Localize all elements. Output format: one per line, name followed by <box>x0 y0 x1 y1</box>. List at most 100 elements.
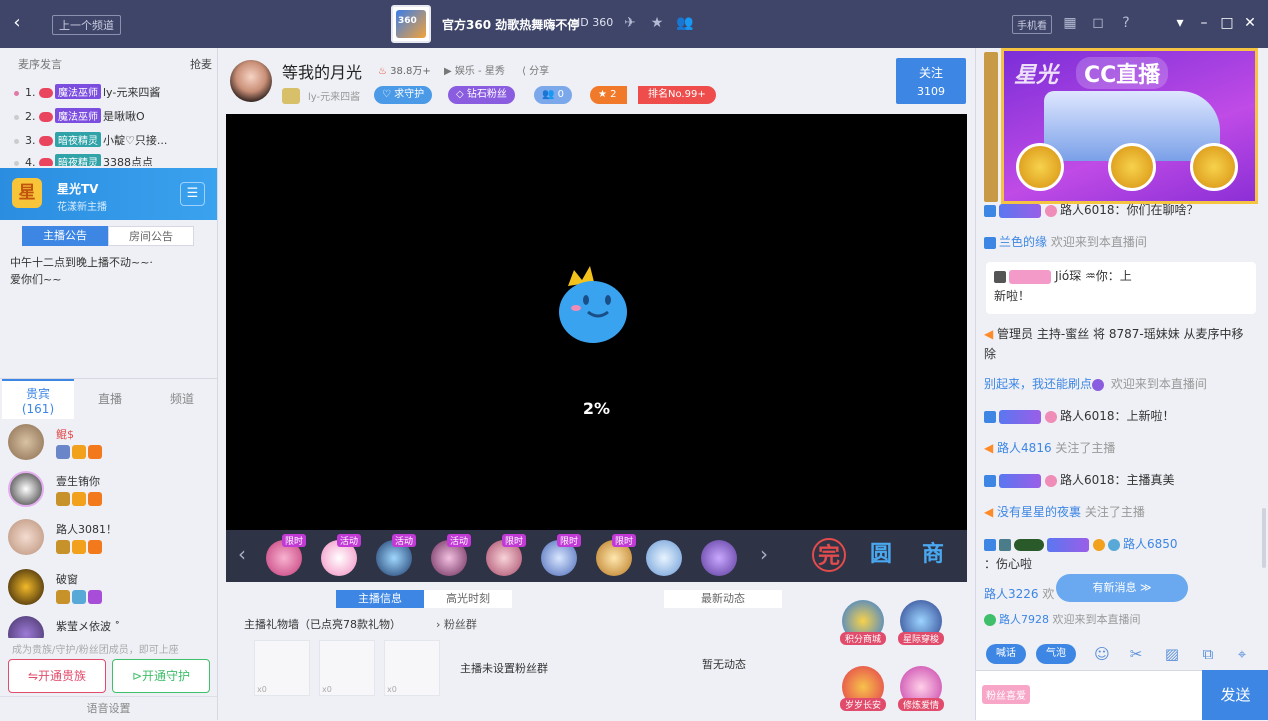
chat-message[interactable]: 兰色的缘 欢迎来到本直播间 <box>984 232 1254 252</box>
close-icon[interactable]: ✕ <box>1240 13 1260 33</box>
tab-channel[interactable]: 频道 <box>146 379 218 419</box>
gift-wall-title[interactable]: 主播礼物墙（已点亮78款礼物） <box>244 616 401 632</box>
voice-settings-button[interactable]: 语音设置 <box>0 696 217 720</box>
grab-mic-button[interactable]: 抢麦 <box>190 56 212 72</box>
star-count-pill[interactable]: ★ 2 <box>590 86 627 104</box>
shop-icon[interactable]: 商 <box>916 538 950 572</box>
gift-item[interactable] <box>701 540 737 576</box>
gift-item[interactable]: 限时 <box>596 534 637 576</box>
bell-icon[interactable]: ◻ <box>1088 13 1108 33</box>
tab-anchor-notice[interactable]: 主播公告 <box>22 226 108 246</box>
chat-message[interactable]: ◀ 没有星星的夜裏 关注了主播 <box>984 502 1254 522</box>
tab-anchor-info[interactable]: 主播信息 <box>336 590 424 608</box>
chat-message[interactable]: 路人6018：主播真美 <box>984 470 1254 490</box>
gift-item[interactable]: 限时 <box>486 534 527 576</box>
chat-message[interactable]: 路人7928 欢迎来到本直播间 <box>984 610 1254 630</box>
phone-view-button[interactable]: 手机看 <box>1012 15 1052 34</box>
gift-item[interactable] <box>646 540 682 576</box>
bubble-button[interactable]: 气泡 <box>1036 644 1076 664</box>
gift-wall-item[interactable]: x0 <box>384 640 440 696</box>
changan-app[interactable]: 岁岁长安 <box>838 666 888 711</box>
chat-message[interactable]: 路人6850 ：伤心啦 <box>984 534 1254 574</box>
video-player[interactable]: 2% <box>226 114 967 530</box>
help-icon[interactable]: ? <box>1116 13 1136 33</box>
tab-live[interactable]: 直播 <box>74 379 146 419</box>
gift-item[interactable]: 限时 <box>266 534 307 576</box>
tab-highlights[interactable]: 高光时刻 <box>424 590 512 608</box>
coin-icon <box>1016 143 1064 191</box>
chat-message[interactable]: 路人6018：你们在聊啥？ <box>984 200 1254 220</box>
chat-scrollbar[interactable] <box>1262 508 1266 568</box>
send-button[interactable]: 发送 <box>1202 670 1268 720</box>
share-icon[interactable]: ⧉ <box>1198 644 1218 664</box>
complete-icon[interactable]: 完 <box>812 538 846 572</box>
rank-pill[interactable]: 排名No.99+ <box>638 86 716 104</box>
dropdown-icon[interactable]: ▾ <box>1170 13 1190 33</box>
promo-banner[interactable]: 星光 CC直播 <box>1001 48 1258 204</box>
prev-channel-button[interactable]: 上一个频道 <box>52 15 121 35</box>
pin-icon[interactable]: ⌖ <box>1232 644 1252 664</box>
rank-item[interactable]: 3. 暗夜精灵 小靛♡只接... <box>14 132 167 148</box>
maximize-icon[interactable]: □ <box>1217 13 1237 33</box>
anchor-sub: ly-元来四酱 <box>308 92 361 103</box>
member-row[interactable]: 紫莹メ依波 ˚ <box>8 616 208 638</box>
anchor-header: 等我的月光 ♨ 38.8万+ ▶ 娱乐 - 星秀 ⟨ 分享 ly-元来四酱 ♡ … <box>218 48 975 114</box>
gift-wall-item[interactable]: x0 <box>319 640 375 696</box>
member-row[interactable]: 路人3081！ <box>8 519 208 563</box>
gift-item[interactable]: 活动 <box>376 534 417 576</box>
open-guard-button[interactable]: ⊳开通守护 <box>112 659 210 693</box>
gift-next-icon[interactable]: › <box>760 542 768 566</box>
rank-item[interactable]: 1. 魔法巫师 ly-元来四酱 <box>14 84 160 100</box>
diamond-fan-pill[interactable]: ◇ 钻石粉丝 <box>448 86 515 104</box>
scissors-icon[interactable]: ✂ <box>1126 644 1146 664</box>
avatar <box>8 519 44 555</box>
follow-button[interactable]: 关注 3109 <box>896 58 966 104</box>
star-travel-app[interactable]: 星际穿梭 <box>896 600 946 645</box>
points-mall-app[interactable]: 积分商城 <box>838 600 888 645</box>
users-icon[interactable]: 👥 <box>675 13 695 33</box>
star-icon[interactable]: ★ <box>647 13 667 33</box>
member-row[interactable]: 鲲$ <box>8 424 208 468</box>
gift-prev-icon[interactable]: ‹ <box>238 542 246 566</box>
image-icon[interactable]: ▨ <box>1162 644 1182 664</box>
rank-item[interactable]: 2. 魔法巫师 是啾啾O <box>14 108 145 124</box>
guard-pill[interactable]: ♡ 求守护 <box>374 86 433 104</box>
minimize-icon[interactable]: – <box>1194 13 1214 33</box>
new-message-button[interactable]: 有新消息 ≫ <box>1056 574 1188 602</box>
shout-button[interactable]: 喊话 <box>986 644 1026 664</box>
share-button[interactable]: ⟨ 分享 <box>522 62 549 77</box>
chat-input[interactable]: 粉丝喜爱 <box>976 670 1202 720</box>
system-message: ◀ 管理员 主持-蜜丝 将 8787-瑶妹妹 从麦序中移除 <box>984 327 1244 361</box>
gift-item[interactable]: 限时 <box>541 534 582 576</box>
anchor-avatar[interactable] <box>230 60 272 102</box>
left-panel: 麦序发言 抢麦 1. 魔法巫师 ly-元来四酱 2. 魔法巫师 是啾啾O 3. 暗夜… <box>0 48 218 720</box>
tab-vip[interactable]: 贵宾 (161) <box>2 379 74 419</box>
smile-icon[interactable]: ☺ <box>1092 644 1112 664</box>
rank-item[interactable]: 4. 暗夜精灵 3388点点 <box>14 154 153 166</box>
love-app[interactable]: 修炼爱情 <box>896 666 946 711</box>
gift-item[interactable]: 活动 <box>321 534 362 576</box>
open-noble-button[interactable]: ⇋开通贵族 <box>8 659 106 693</box>
fan-count-pill[interactable]: 👥 0 <box>534 86 573 104</box>
plane-icon[interactable]: ✈ <box>620 13 640 33</box>
bag-icon[interactable]: 圆 <box>864 538 898 572</box>
tab-room-notice[interactable]: 房间公告 <box>108 226 194 246</box>
grid-icon[interactable]: ▦ <box>1060 13 1080 33</box>
partner-banner[interactable]: 星 星光TV 花漾新主播 ☰ <box>0 168 217 220</box>
gift-wall-item[interactable]: x0 <box>254 640 310 696</box>
category-link[interactable]: ▶ 娱乐 - 星秀 <box>444 62 505 77</box>
fan-label[interactable]: 粉丝喜爱 <box>982 685 1030 704</box>
chat-message[interactable]: ◀ 路人4816 关注了主播 <box>984 438 1254 458</box>
chat-bubble[interactable]: Jió琛 ♒你：上 新啦！ <box>986 262 1256 314</box>
side-menu-strip[interactable] <box>984 52 998 202</box>
gift-bar: ‹ 限时 活动 活动 活动 限时 限时 限时 › 完 圆 商 <box>226 530 967 582</box>
member-row[interactable]: 壹生铕你 <box>8 471 208 515</box>
chat-message[interactable]: 别起来，我还能刷点 欢迎来到本直播间 <box>984 374 1254 394</box>
member-row[interactable]: 破窗 <box>8 569 208 613</box>
join-tip: 成为贵族/守护/粉丝团成员，即可上座 <box>12 645 179 656</box>
tab-latest-news[interactable]: 最新动态 <box>664 590 782 608</box>
menu-icon[interactable]: ☰ <box>180 182 205 206</box>
gift-item[interactable]: 活动 <box>431 534 472 576</box>
chat-message[interactable]: 路人6018：上新啦！ <box>984 406 1254 426</box>
back-icon[interactable]: ‹ <box>6 12 28 34</box>
